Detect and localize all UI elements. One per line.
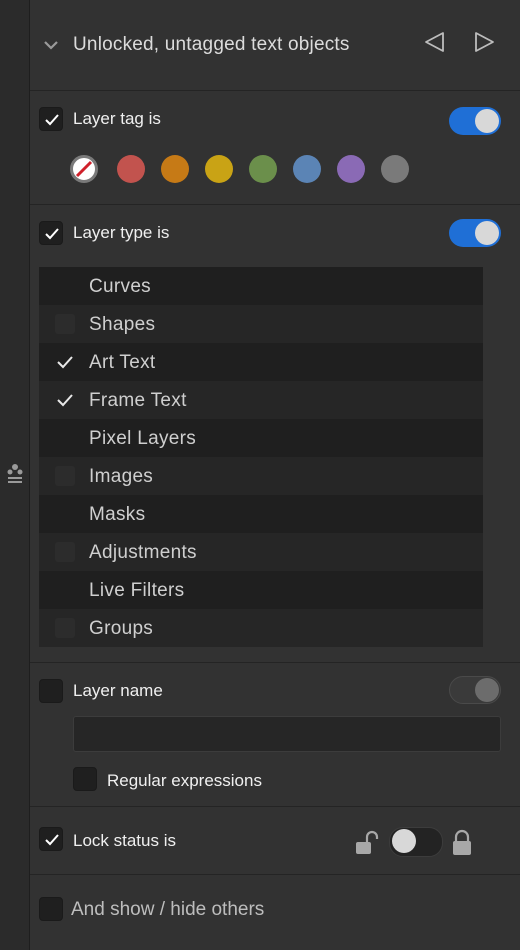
- layer-type-row[interactable]: Images: [39, 457, 483, 495]
- divider: [30, 874, 520, 875]
- type-checkbox[interactable]: [55, 314, 75, 334]
- tag-gray-swatch[interactable]: [381, 155, 409, 183]
- layer-type-row[interactable]: Live Filters: [39, 571, 483, 609]
- layer-type-checkbox[interactable]: [39, 221, 63, 245]
- toggle-knob: [475, 678, 499, 702]
- lock-status-label: Lock status is: [73, 831, 176, 850]
- layer-type-row[interactable]: Shapes: [39, 305, 483, 343]
- layer-type-list: Curves Shapes Art Text Frame Text Pixel Laye…: [39, 267, 483, 647]
- lock-status-checkbox[interactable]: [39, 827, 63, 851]
- divider: [30, 806, 520, 807]
- tag-purple-swatch[interactable]: [337, 155, 365, 183]
- toggle-knob: [475, 109, 499, 133]
- layer-tag-checkbox[interactable]: [39, 107, 63, 131]
- layer-type-row[interactable]: Pixel Layers: [39, 419, 483, 457]
- find-layers-panel: Unlocked, untagged text objects Layer ta…: [30, 0, 520, 950]
- tag-blue-swatch[interactable]: [293, 155, 321, 183]
- divider: [30, 204, 520, 205]
- layer-type-row[interactable]: Masks: [39, 495, 483, 533]
- regex-label: Regular expressions: [107, 771, 262, 790]
- locked-padlock-icon[interactable]: [452, 829, 472, 857]
- checkmark-icon: [45, 114, 59, 126]
- people-icon[interactable]: [6, 463, 24, 485]
- toggle-knob: [475, 221, 499, 245]
- layer-type-row[interactable]: Art Text: [39, 343, 483, 381]
- layer-type-label: Shapes: [89, 314, 156, 335]
- layer-tag-toggle[interactable]: [449, 107, 501, 135]
- layer-type-label: Live Filters: [89, 580, 185, 601]
- layer-type-row[interactable]: Curves: [39, 267, 483, 305]
- layer-type-label: Art Text: [89, 352, 156, 373]
- layer-type-label: Frame Text: [89, 390, 187, 411]
- layer-type-toggle[interactable]: [449, 219, 501, 247]
- type-checkbox[interactable]: [55, 428, 75, 448]
- layer-tag-label: Layer tag is: [73, 109, 161, 128]
- regex-checkbox[interactable]: [73, 767, 97, 791]
- preset-header: Unlocked, untagged text objects: [30, 0, 520, 90]
- tag-orange-swatch[interactable]: [161, 155, 189, 183]
- toggle-knob: [392, 829, 416, 853]
- no-tag-slash-icon: [75, 160, 93, 178]
- layer-type-label: Images: [89, 466, 154, 487]
- type-checkbox[interactable]: [55, 542, 75, 562]
- layer-type-row[interactable]: Frame Text: [39, 381, 483, 419]
- chevron-down-icon[interactable]: [42, 38, 60, 52]
- layer-type-label: Groups: [89, 618, 154, 639]
- left-rail: [0, 0, 30, 950]
- triangle-right-icon[interactable]: [472, 30, 496, 54]
- layer-name-label: Layer name: [73, 681, 163, 700]
- checkmark-icon: [45, 834, 59, 846]
- show-hide-label: And show / hide others: [71, 899, 265, 920]
- layer-type-label: Masks: [89, 504, 146, 525]
- layer-type-row[interactable]: Adjustments: [39, 533, 483, 571]
- divider: [30, 90, 520, 91]
- layer-name-input[interactable]: [73, 716, 501, 752]
- type-checkbox[interactable]: [55, 618, 75, 638]
- layer-name-toggle[interactable]: [449, 676, 501, 704]
- divider: [30, 662, 520, 663]
- unlocked-padlock-icon[interactable]: [355, 830, 379, 856]
- checkmark-icon[interactable]: [55, 390, 75, 410]
- type-checkbox[interactable]: [55, 276, 75, 296]
- tag-yellow-swatch[interactable]: [205, 155, 233, 183]
- layer-name-checkbox[interactable]: [39, 679, 63, 703]
- layer-type-label: Layer type is: [73, 223, 170, 242]
- triangle-left-icon[interactable]: [423, 30, 447, 54]
- tag-red-swatch[interactable]: [117, 155, 145, 183]
- tag-none-swatch[interactable]: [70, 155, 98, 183]
- lock-status-toggle[interactable]: [389, 827, 443, 857]
- show-hide-checkbox[interactable]: [39, 897, 63, 921]
- preset-title[interactable]: Unlocked, untagged text objects: [73, 34, 350, 56]
- checkmark-icon[interactable]: [55, 352, 75, 372]
- checkmark-icon: [45, 228, 59, 240]
- layer-type-label: Adjustments: [89, 542, 197, 563]
- type-checkbox[interactable]: [55, 466, 75, 486]
- layer-type-label: Curves: [89, 276, 151, 297]
- tag-green-swatch[interactable]: [249, 155, 277, 183]
- type-checkbox[interactable]: [55, 580, 75, 600]
- layer-type-row[interactable]: Groups: [39, 609, 483, 647]
- type-checkbox[interactable]: [55, 504, 75, 524]
- layer-type-label: Pixel Layers: [89, 428, 197, 449]
